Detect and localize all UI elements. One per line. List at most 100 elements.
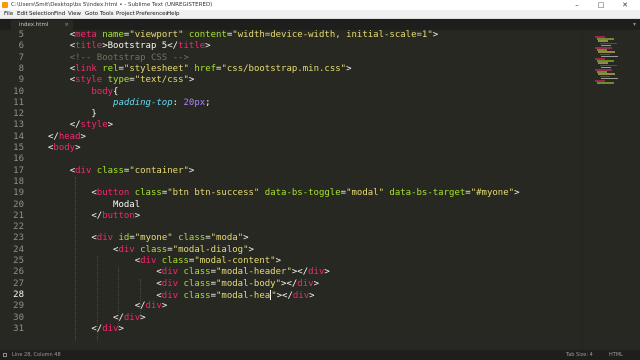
code-token: >	[80, 131, 86, 142]
close-window-button[interactable]: ✕	[614, 0, 636, 10]
menu-find[interactable]: Find	[54, 10, 65, 19]
code-token: div	[140, 256, 157, 266]
tab-overflow-icon[interactable]: ▾	[633, 19, 636, 30]
code-token: type	[102, 75, 130, 86]
code-token: 20px	[183, 97, 206, 108]
code-line[interactable]: 15 <body>	[0, 143, 582, 154]
line-number: 7	[18, 52, 24, 63]
code-token: >	[432, 30, 439, 40]
code-token: ></	[291, 267, 309, 278]
code-token: >	[140, 312, 146, 323]
code-line[interactable]: 27 <div class="modal-body"></div>	[0, 279, 582, 290]
code-line[interactable]: 5 <meta name="viewport" content="width=d…	[0, 30, 582, 41]
code-token: div	[75, 165, 92, 176]
code-line[interactable]: 8 <link rel="stylesheet" href="css/boots…	[0, 64, 582, 75]
code-line[interactable]: 24 <div class="modal-dialog">	[0, 245, 582, 256]
code-token: div	[118, 244, 135, 255]
minimize-button[interactable]: –	[566, 0, 588, 10]
code-line[interactable]: 31 </div>	[0, 324, 582, 335]
tab-close-icon[interactable]: ×	[64, 20, 69, 30]
code-text: <link rel="stylesheet" href="css/bootstr…	[48, 64, 352, 75]
code-line[interactable]: 17 <div class="container">	[0, 166, 582, 177]
status-bar: Line 28, Column 48 Tab Size: 4 HTML	[0, 350, 640, 360]
code-line[interactable]: 20 Modal	[0, 200, 582, 211]
code-token: div	[297, 278, 314, 289]
menu-view[interactable]: View	[68, 10, 81, 19]
code-text: </button>	[48, 211, 140, 222]
code-text: Modal	[48, 200, 140, 211]
code-token: >	[75, 143, 81, 153]
code-text: <!-- Bootstrap CSS -->	[48, 53, 189, 64]
code-token: "#myone"	[470, 188, 515, 199]
code-line[interactable]: 21 </button>	[0, 211, 582, 222]
code-token: "container"	[129, 165, 189, 176]
line-number: 26	[13, 267, 24, 278]
menu-edit[interactable]: Edit	[17, 10, 28, 19]
line-number: 14	[13, 131, 24, 142]
code-token: }	[91, 109, 97, 120]
code-line[interactable]: 16	[0, 154, 582, 165]
code-line[interactable]: 28 <div class="modal-hea"></div>	[0, 289, 582, 301]
menu-file[interactable]: File	[4, 10, 13, 19]
code-line[interactable]: 10 body{	[0, 87, 582, 98]
code-token: >	[161, 301, 168, 312]
code-line[interactable]: 19 <button class="btn btn-success" data-…	[0, 188, 582, 199]
code-token: </	[69, 120, 81, 131]
menu-project[interactable]: Project	[116, 10, 135, 19]
maximize-button[interactable]: □	[590, 0, 612, 10]
code-line[interactable]: 23 <div id="myone" class="moda">	[0, 233, 582, 244]
code-token: </	[134, 301, 146, 312]
code-line[interactable]: 14 </head>	[0, 132, 582, 143]
code-token: div	[123, 312, 141, 323]
code-token: class	[156, 256, 189, 266]
code-line[interactable]: 18	[0, 177, 582, 188]
code-token: </	[48, 131, 59, 142]
code-token: </	[91, 323, 103, 334]
code-token: rel	[96, 63, 119, 74]
line-number: 8	[18, 63, 24, 74]
code-token: >	[243, 233, 249, 244]
code-token: </	[167, 41, 179, 52]
code-line[interactable]: 13 </style>	[0, 120, 582, 131]
code-token: >	[134, 210, 141, 221]
code-token: ></	[276, 290, 293, 301]
code-line[interactable]: 7 <!-- Bootstrap CSS -->	[0, 53, 582, 64]
line-number: 31	[13, 323, 24, 334]
code-line[interactable]: 11 padding-top: 20px;	[0, 98, 582, 109]
code-line[interactable]: 26 <div class="modal-header"></div>	[0, 267, 582, 278]
menu-goto[interactable]: Goto	[85, 10, 98, 19]
menu-preferences[interactable]: Preferences	[136, 10, 168, 19]
code-token: >	[118, 323, 124, 334]
code-text: <div class="container">	[48, 165, 195, 177]
code-line[interactable]: 25 <div class="modal-content">	[0, 256, 582, 267]
code-token: button	[96, 188, 130, 199]
code-line[interactable]: 29 </div>	[0, 301, 582, 312]
menu-help[interactable]: Help	[167, 10, 180, 19]
code-editor[interactable]: 5 <meta name="viewport" content="width=d…	[0, 30, 582, 350]
menu-tools[interactable]: Tools	[100, 10, 114, 19]
minimap[interactable]	[582, 30, 640, 350]
tab-index-html[interactable]: index.html ×	[11, 20, 73, 30]
line-number: 25	[13, 256, 24, 266]
code-line[interactable]: 12 }	[0, 109, 582, 120]
panel-toggle-icon[interactable]	[3, 353, 7, 357]
code-text: <div class="modal-header"></div>	[48, 267, 329, 278]
code-token: link	[75, 63, 97, 74]
menu-selection[interactable]: Selection	[29, 10, 54, 19]
code-line[interactable]: 9 <style type="text/css">	[0, 75, 582, 86]
code-token: body	[53, 143, 76, 153]
code-line[interactable]: 22	[0, 222, 582, 233]
code-line[interactable]: 30 </div>	[0, 313, 582, 324]
code-token: style	[75, 75, 103, 86]
syntax-selector[interactable]: HTML	[609, 350, 623, 360]
code-token: Bootstrap 5	[107, 41, 168, 52]
code-line[interactable]: 6 <title>Bootstrap 5</title>	[0, 41, 582, 52]
code-text: <body>	[48, 143, 81, 154]
tab-size-selector[interactable]: Tab Size: 4	[566, 350, 593, 360]
